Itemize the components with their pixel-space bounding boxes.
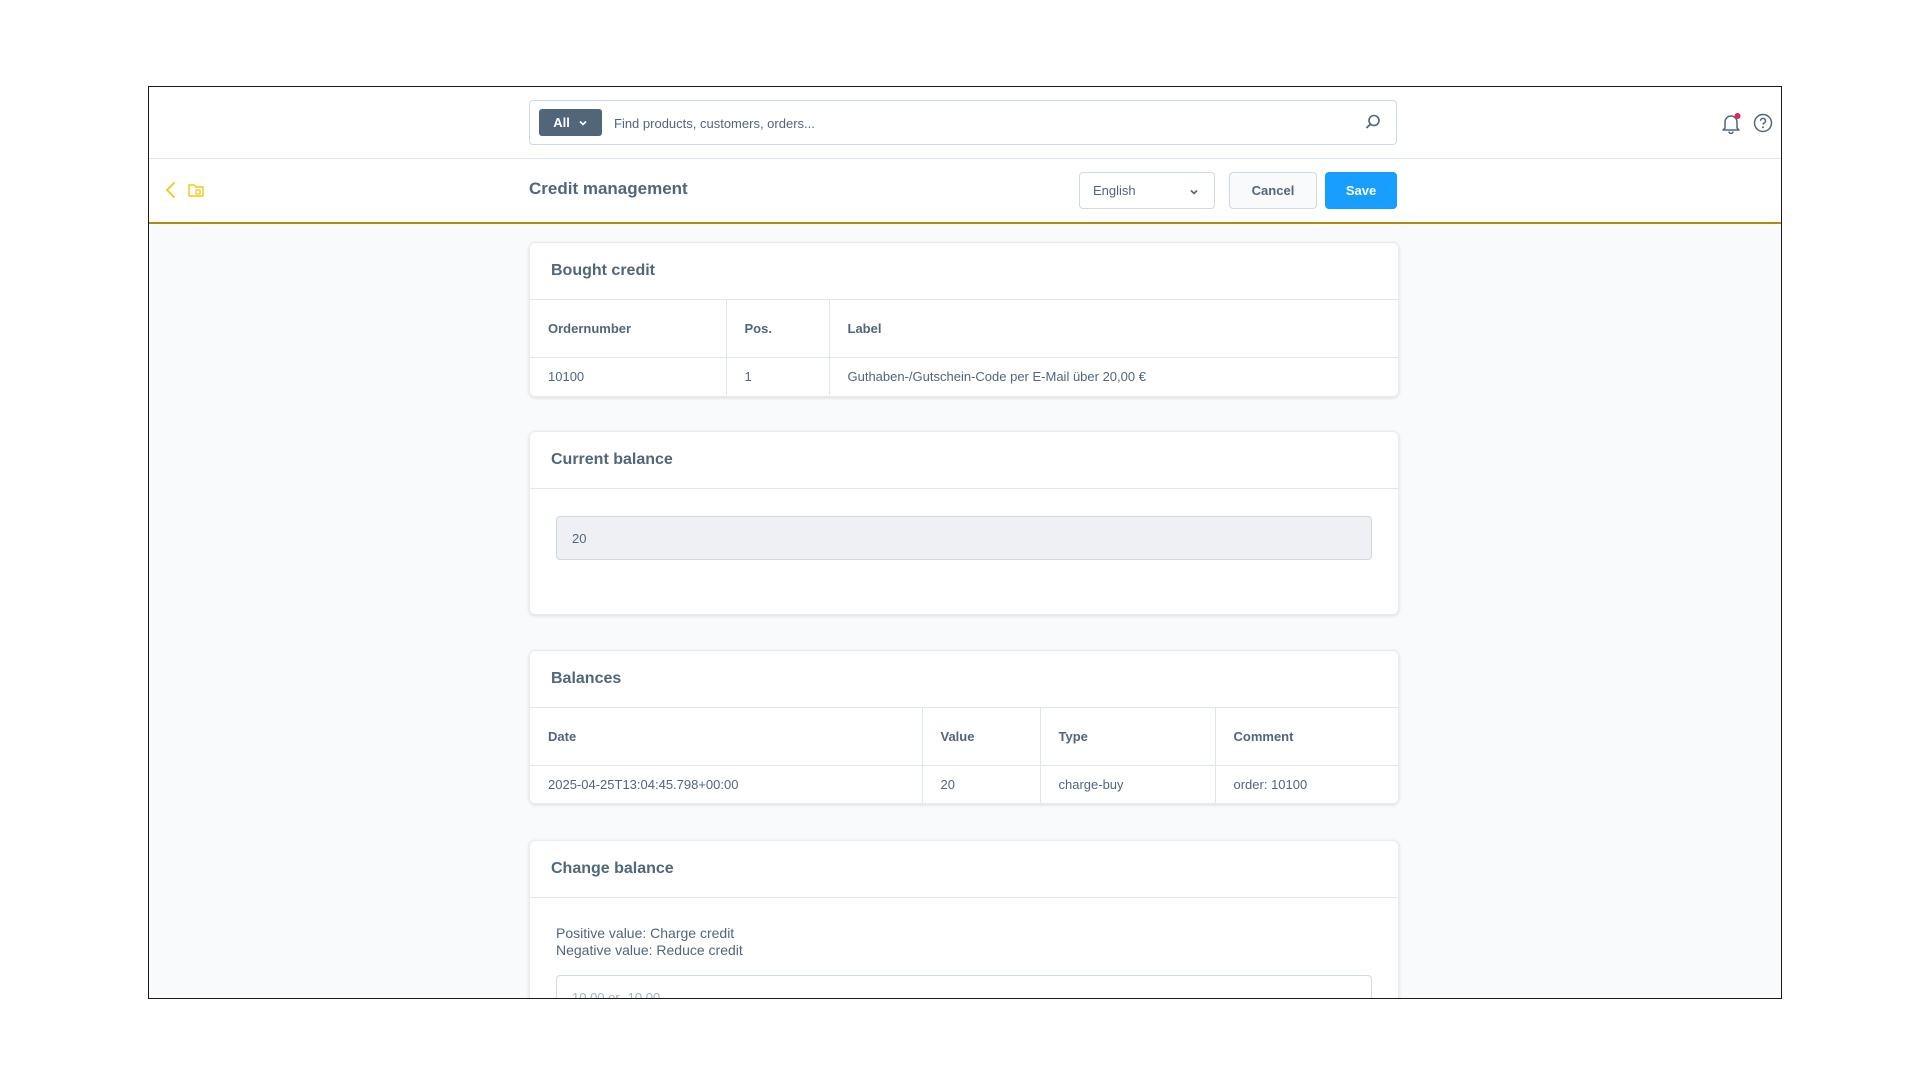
top-bar: All <box>149 87 1781 159</box>
column-header[interactable]: Comment <box>1215 708 1398 766</box>
table-cell: 1 <box>726 357 830 395</box>
cancel-button[interactable]: Cancel <box>1229 172 1317 209</box>
change-balance-hint: Positive value: Charge credit Negative v… <box>556 925 743 959</box>
table-header-row: Ordernumber Pos. Label <box>530 300 1398 358</box>
table-header-row: Date Value Type Comment <box>530 708 1398 766</box>
table-cell: 20 <box>922 765 1041 803</box>
language-select[interactable]: English <box>1079 172 1215 209</box>
current-balance-field <box>556 516 1372 560</box>
card-title: Bought credit <box>530 243 1398 300</box>
card-title: Change balance <box>530 841 1398 898</box>
save-button[interactable]: Save <box>1325 172 1397 209</box>
global-search: All <box>529 100 1397 145</box>
language-select-value: English <box>1093 183 1136 198</box>
chevron-down-icon <box>1190 189 1198 195</box>
table-cell: order: 10100 <box>1233 776 1308 792</box>
search-input[interactable] <box>614 110 1334 136</box>
bought-credit-table: Ordernumber Pos. Label 10100 1 Guthaben-… <box>530 300 1398 395</box>
bought-credit-card: Bought credit Ordernumber Pos. Label 101… <box>529 242 1399 397</box>
change-balance-card: Change balance Positive value: Charge cr… <box>529 840 1399 998</box>
app-window: All Credit management <box>148 86 1782 999</box>
table-cell: Guthaben-/Gutschein-Code per E-Mail über… <box>847 368 1146 384</box>
column-header[interactable]: Date <box>530 708 923 766</box>
column-header[interactable]: Pos. <box>726 300 830 358</box>
current-balance-card: Current balance <box>529 431 1399 615</box>
bell-icon[interactable] <box>1720 112 1742 134</box>
card-title: Current balance <box>530 432 1398 489</box>
table-cell: 2025-04-25T13:04:45.798+00:00 <box>530 765 923 803</box>
search-icon[interactable] <box>1364 113 1382 131</box>
balances-table: Date Value Type Comment 2025-04-25T13:04… <box>530 708 1398 803</box>
column-header[interactable]: Label <box>829 300 1398 358</box>
table-cell: 10100 <box>530 357 727 395</box>
chevron-down-icon <box>579 120 587 126</box>
table-row[interactable]: 10100 1 Guthaben-/Gutschein-Code per E-M… <box>530 357 1398 395</box>
card-title: Balances <box>530 651 1398 708</box>
column-header[interactable]: Value <box>922 708 1041 766</box>
smart-bar: Credit management English Cancel Save <box>149 159 1781 224</box>
page-title: Credit management <box>529 179 688 198</box>
search-type-dropdown[interactable]: All <box>539 109 602 136</box>
balances-card: Balances Date Value Type Comment 2025-04… <box>529 650 1399 804</box>
back-arrow-icon[interactable] <box>163 181 179 199</box>
change-balance-input[interactable] <box>556 975 1372 998</box>
table-cell: charge-buy <box>1040 765 1216 803</box>
folder-icon[interactable] <box>187 181 205 199</box>
column-header[interactable]: Type <box>1040 708 1216 766</box>
help-icon[interactable] <box>1753 113 1773 133</box>
hint-line: Positive value: Charge credit <box>556 925 735 941</box>
hint-line: Negative value: Reduce credit <box>556 942 743 958</box>
search-type-label: All <box>553 115 570 130</box>
table-row[interactable]: 2025-04-25T13:04:45.798+00:00 20 charge-… <box>530 765 1398 803</box>
column-header[interactable]: Ordernumber <box>530 300 727 358</box>
